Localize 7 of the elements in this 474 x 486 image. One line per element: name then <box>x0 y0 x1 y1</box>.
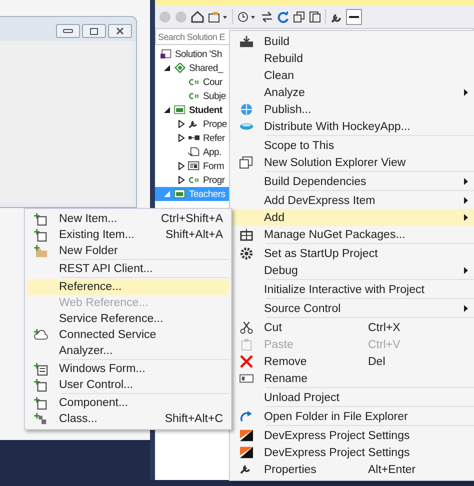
shortcut-text: Ctrl+X <box>368 322 402 334</box>
shortcut-text: Alt+Enter <box>368 464 417 476</box>
shortcut-text: Shift+Alt+C <box>164 413 224 425</box>
shortcut-text: Del <box>368 356 386 368</box>
shortcut-text: Ctrl+V <box>368 338 402 350</box>
shortcut-text: Ctrl+Shift+A <box>161 213 224 225</box>
shortcut-text: Shift+Alt+A <box>165 229 224 241</box>
